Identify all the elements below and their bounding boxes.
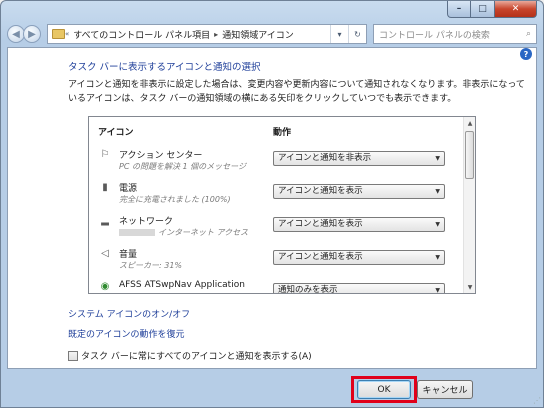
dropdown-arrow-icon: ▼ <box>435 221 440 228</box>
behavior-value: 通知のみを表示 <box>278 285 338 294</box>
back-arrow-icon: ◀ <box>12 28 20 40</box>
system-icons-link[interactable]: システム アイコンのオン/オフ <box>68 307 190 320</box>
item-status: 完全に充電されました (100%) <box>119 195 231 204</box>
speaker-icon: ◁ <box>101 248 109 259</box>
search-icon: ⌕ <box>525 29 531 39</box>
list-item: ▂ ネットワーク インターネット アクセス アイコンと通知を表示 ▼ <box>89 211 463 244</box>
forward-button[interactable]: ▶ <box>23 25 41 43</box>
item-status: PC の問題を解決 1 個のメッセージ <box>119 162 246 171</box>
resize-grip-icon[interactable]: ⋰ <box>533 396 541 405</box>
app-icon: ◉ <box>100 281 110 292</box>
content-pane: ? タスク バーに表示するアイコンと通知の選択 アイコンと通知を非表示に設定した… <box>7 47 537 369</box>
item-name: 音量 <box>119 250 138 260</box>
close-button[interactable]: ✕ <box>495 1 537 18</box>
item-name: アクション センター <box>119 151 203 161</box>
restore-default-link[interactable]: 既定のアイコンの動作を復元 <box>68 327 185 340</box>
scroll-down-icon[interactable]: ▼ <box>464 281 475 293</box>
item-status: インターネット アクセス <box>158 228 249 237</box>
battery-icon: ▮ <box>102 182 108 193</box>
forward-arrow-icon: ▶ <box>28 28 36 40</box>
network-icon: ▂ <box>101 215 109 226</box>
address-dropdown-icon[interactable]: ▾ <box>330 25 348 43</box>
item-name: ネットワーク <box>119 217 174 227</box>
page-description: アイコンと通知を非表示に設定した場合は、変更内容や更新内容について通知されなくな… <box>68 80 525 104</box>
list-item: ▮ 電源 完全に充電されました (100%) アイコンと通知を表示 ▼ <box>89 178 463 211</box>
history-chevron-icon[interactable]: « <box>65 30 69 38</box>
refresh-icon[interactable]: ↻ <box>348 25 366 43</box>
ok-highlight-frame <box>351 376 417 403</box>
item-name: AFSS ATSwpNav Application <box>119 280 245 290</box>
column-header-icon: アイコン <box>98 128 134 138</box>
always-show-all-label[interactable]: タスク バーに常にすべてのアイコンと通知を表示する(A) <box>81 349 312 362</box>
column-header-action: 動作 <box>273 128 292 138</box>
minimize-button[interactable]: – <box>447 1 471 18</box>
address-bar-row: ◀ ▶ « すべてのコントロール パネル項目 ▸ 通知領域アイコン ▾ ↻ コン… <box>7 23 537 45</box>
behavior-dropdown[interactable]: アイコンと通知を表示 ▼ <box>273 250 445 265</box>
behavior-dropdown[interactable]: アイコンと通知を表示 ▼ <box>273 217 445 232</box>
item-name: 電源 <box>119 184 138 194</box>
scroll-thumb[interactable] <box>465 131 474 179</box>
dropdown-arrow-icon: ▼ <box>435 155 440 162</box>
notification-icons-list[interactable]: アイコン 動作 ⚐ アクション センター PC の問題を解決 1 個のメッセージ… <box>88 116 476 294</box>
control-panel-window: – □ ✕ ◀ ▶ « すべてのコントロール パネル項目 ▸ 通知領域アイコン … <box>0 0 544 408</box>
list-item: ◁ 音量 スピーカー: 31% アイコンと通知を表示 ▼ <box>89 244 463 277</box>
behavior-value: アイコンと通知を表示 <box>278 219 363 229</box>
always-show-all-checkbox-row[interactable]: タスク バーに常にすべてのアイコンと通知を表示する(A) <box>68 349 312 362</box>
dialog-button-bar: OK キャンセル ⋰ <box>1 369 543 407</box>
dropdown-arrow-icon: ▼ <box>435 188 440 195</box>
address-bar[interactable]: « すべてのコントロール パネル項目 ▸ 通知領域アイコン ▾ ↻ <box>47 24 367 44</box>
behavior-value: アイコンと通知を非表示 <box>278 153 372 163</box>
search-input[interactable]: コントロール パネルの検索 ⌕ <box>373 24 537 44</box>
list-item: ◉ AFSS ATSwpNav Application 通知のみを表示 ▼ <box>89 277 463 294</box>
page-title: タスク バーに表示するアイコンと通知の選択 <box>68 62 261 73</box>
window-controls: – □ ✕ <box>447 1 537 19</box>
dropdown-arrow-icon: ▼ <box>435 287 440 294</box>
item-status: スピーカー: 31% <box>119 261 183 270</box>
behavior-dropdown[interactable]: 通知のみを表示 ▼ <box>273 283 445 294</box>
behavior-value: アイコンと通知を表示 <box>278 252 363 262</box>
list-header: アイコン 動作 <box>89 117 463 141</box>
breadcrumb-notification-icons[interactable]: 通知領域アイコン <box>222 28 294 41</box>
flag-icon: ⚐ <box>100 149 110 160</box>
behavior-dropdown[interactable]: アイコンと通知を非表示 ▼ <box>273 151 445 166</box>
vertical-scrollbar[interactable]: ▲ ▼ <box>463 117 475 293</box>
always-show-all-checkbox[interactable] <box>68 350 78 361</box>
maximize-button[interactable]: □ <box>471 1 495 18</box>
help-icon[interactable]: ? <box>520 48 532 60</box>
list-item: ⚐ アクション センター PC の問題を解決 1 個のメッセージ アイコンと通知… <box>89 145 463 178</box>
breadcrumb-all-items[interactable]: すべてのコントロール パネル項目 <box>73 28 210 41</box>
search-placeholder: コントロール パネルの検索 <box>379 30 490 41</box>
behavior-dropdown[interactable]: アイコンと通知を表示 ▼ <box>273 184 445 199</box>
redacted-network-name <box>119 229 155 236</box>
cancel-button[interactable]: キャンセル <box>417 380 473 399</box>
scroll-up-icon[interactable]: ▲ <box>464 117 475 129</box>
dropdown-arrow-icon: ▼ <box>435 254 440 261</box>
behavior-value: アイコンと通知を表示 <box>278 186 363 196</box>
item-status-wrap: インターネット アクセス <box>119 227 248 238</box>
breadcrumb-separator-icon[interactable]: ▸ <box>214 30 218 39</box>
control-panel-icon <box>52 29 65 39</box>
